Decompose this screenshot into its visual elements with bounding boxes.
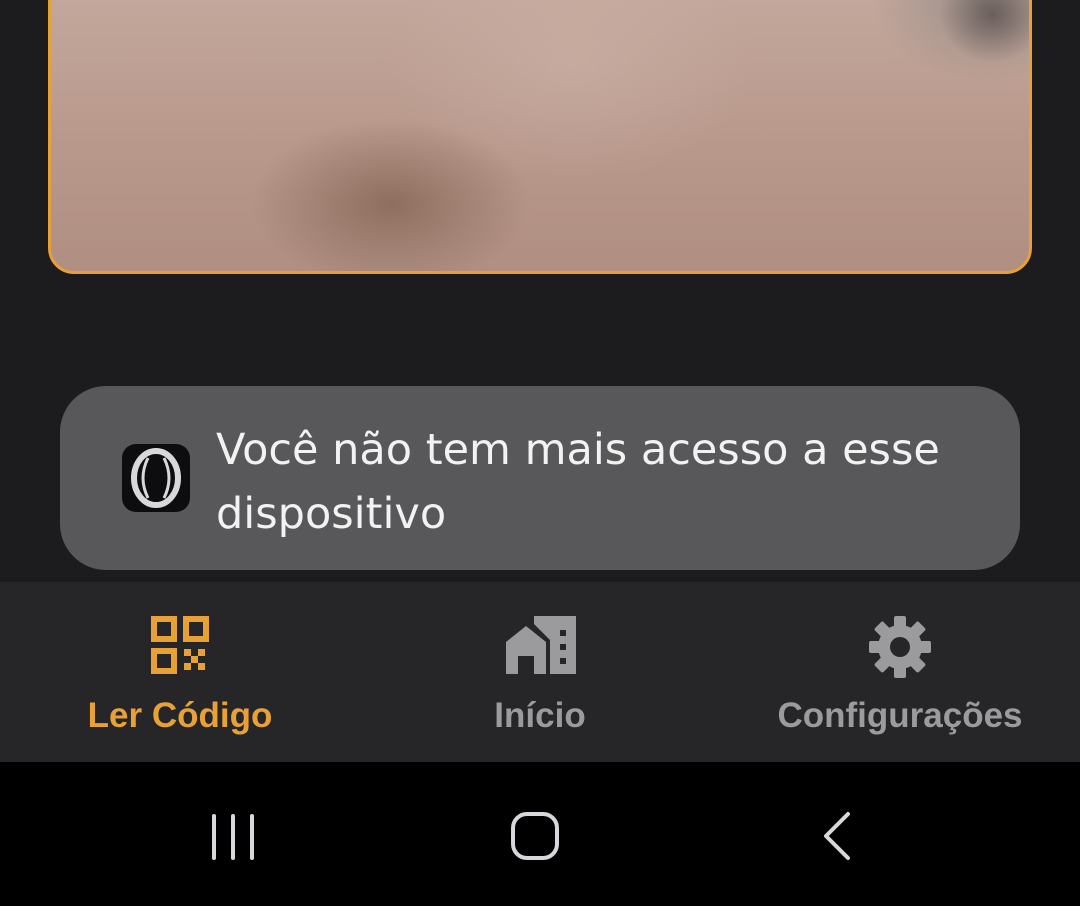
nav-item-read-code[interactable]: Ler Código xyxy=(0,582,360,762)
nav-label-home: Início xyxy=(494,696,586,735)
system-navigation-bar xyxy=(0,762,1080,906)
camera-blur-shadow xyxy=(939,0,1029,63)
toast-text: Você não tem mais acesso a esse disposit… xyxy=(216,425,940,539)
home-building-icon xyxy=(504,616,576,679)
recent-apps-icon[interactable] xyxy=(206,802,260,867)
gear-icon xyxy=(869,616,931,683)
nav-item-home[interactable]: Início xyxy=(360,582,720,762)
app-logo-icon xyxy=(122,444,190,512)
nav-item-settings[interactable]: Configurações xyxy=(720,582,1080,762)
home-icon[interactable] xyxy=(508,802,562,867)
back-icon[interactable] xyxy=(810,802,864,867)
camera-preview xyxy=(48,0,1032,274)
qr-code-icon xyxy=(151,616,209,679)
bottom-navigation: Ler Código Início Configurações xyxy=(0,582,1080,762)
nav-label-settings: Configurações xyxy=(777,696,1023,735)
nav-label-read-code: Ler Código xyxy=(87,696,273,735)
